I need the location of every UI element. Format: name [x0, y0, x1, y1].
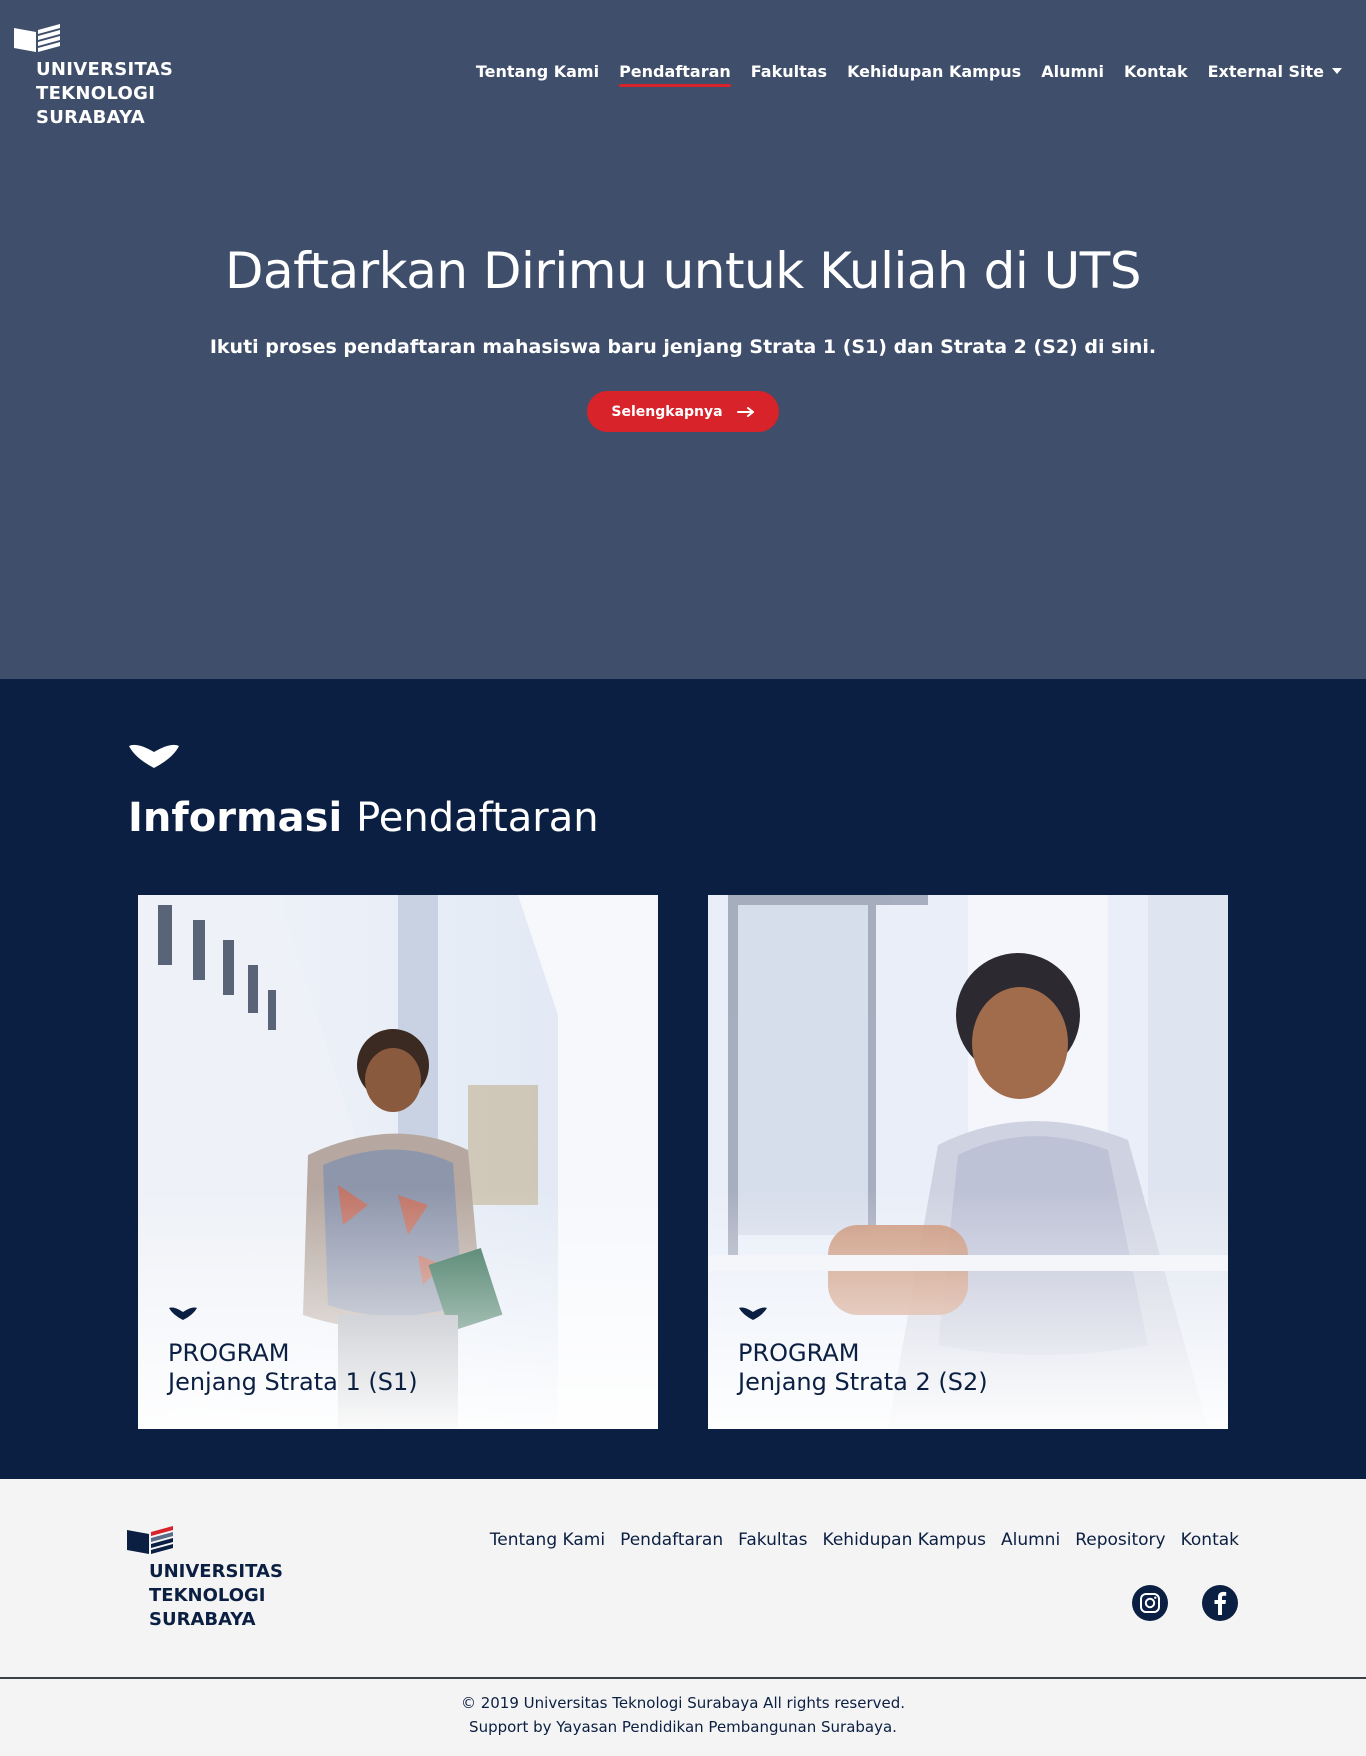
book-logo-icon: [127, 1526, 173, 1554]
hero-title: Daftarkan Dirimu untuk Kuliah di UTS: [224, 242, 1142, 300]
card-label-top: PROGRAM: [168, 1339, 290, 1367]
chevron-down-icon: [739, 1307, 767, 1320]
logo-line: UNIVERSITAS: [149, 1561, 283, 1582]
footer-link-kontak[interactable]: Kontak: [1181, 1530, 1239, 1550]
nav-item-tentang-kami[interactable]: Tentang Kami: [476, 62, 599, 87]
university-logo[interactable]: UNIVERSITAS TEKNOLOGI SURABAYA: [14, 24, 173, 128]
footer-divider: [0, 1677, 1366, 1679]
nav-item-fakultas[interactable]: Fakultas: [751, 62, 827, 87]
support-text: Support by Yayasan Pendidikan Pembanguna…: [469, 1718, 897, 1736]
card-label: PROGRAM Jenjang Strata 2 (S2): [738, 1339, 988, 1397]
selengkapnya-button[interactable]: Selengkapnya: [587, 391, 779, 432]
logo-line: SURABAYA: [149, 1609, 256, 1630]
footer-logo-text: UNIVERSITAS TEKNOLOGI SURABAYA: [149, 1560, 283, 1632]
info-title: Informasi Pendaftaran: [128, 795, 599, 841]
info-title-bold: Informasi: [128, 795, 343, 841]
nav-item-kehidupan-kampus[interactable]: Kehidupan Kampus: [847, 62, 1021, 87]
footer-logo[interactable]: UNIVERSITAS TEKNOLOGI SURABAYA: [127, 1526, 283, 1630]
nav-item-external-site[interactable]: External Site: [1208, 62, 1342, 87]
main-nav: Tentang Kami Pendaftaran Fakultas Kehidu…: [476, 62, 1342, 87]
facebook-link[interactable]: [1202, 1585, 1238, 1621]
nav-item-pendaftaran[interactable]: Pendaftaran: [619, 62, 731, 87]
info-title-light: Pendaftaran: [356, 795, 599, 841]
footer-link-kehidupan-kampus[interactable]: Kehidupan Kampus: [823, 1530, 986, 1550]
card-label: PROGRAM Jenjang Strata 1 (S1): [168, 1339, 418, 1397]
chevron-down-icon: [129, 744, 179, 768]
card-label-bottom: Jenjang Strata 1 (S1): [168, 1368, 418, 1396]
footer-link-tentang-kami[interactable]: Tentang Kami: [490, 1530, 605, 1550]
arrow-right-icon: [736, 406, 754, 417]
card-label-bottom: Jenjang Strata 2 (S2): [738, 1368, 988, 1396]
logo-line: SURABAYA: [36, 107, 145, 128]
logo-text: UNIVERSITAS TEKNOLOGI SURABAYA: [36, 58, 173, 130]
logo-line: UNIVERSITAS: [36, 59, 174, 80]
copyright-text: © 2019 Universitas Teknologi Surabaya Al…: [460, 1694, 906, 1712]
instagram-link[interactable]: [1132, 1585, 1168, 1621]
hero-section: UNIVERSITAS TEKNOLOGI SURABAYA Tentang K…: [0, 0, 1366, 679]
footer-link-fakultas[interactable]: Fakultas: [738, 1530, 807, 1550]
book-logo-icon: [14, 24, 60, 52]
facebook-icon: [1214, 1591, 1227, 1615]
button-label: Selengkapnya: [611, 403, 723, 420]
footer-link-repository[interactable]: Repository: [1075, 1530, 1165, 1550]
nav-item-kontak[interactable]: Kontak: [1124, 62, 1188, 87]
nav-item-alumni[interactable]: Alumni: [1041, 62, 1104, 87]
footer-link-alumni[interactable]: Alumni: [1001, 1530, 1060, 1550]
footer-nav: Tentang Kami Pendaftaran Fakultas Kehidu…: [490, 1530, 1239, 1550]
logo-line: TEKNOLOGI: [149, 1585, 266, 1606]
program-card-s2[interactable]: PROGRAM Jenjang Strata 2 (S2): [708, 895, 1228, 1429]
caret-down-icon: [1332, 67, 1342, 74]
footer-link-pendaftaran[interactable]: Pendaftaran: [620, 1530, 723, 1550]
hero-subtitle: Ikuti proses pendaftaran mahasiswa baru …: [209, 336, 1157, 358]
card-label-top: PROGRAM: [738, 1339, 860, 1367]
program-card-s1[interactable]: PROGRAM Jenjang Strata 1 (S1): [138, 895, 658, 1429]
logo-line: TEKNOLOGI: [36, 83, 156, 104]
nav-item-label: External Site: [1207, 62, 1324, 81]
instagram-icon: [1140, 1593, 1160, 1613]
chevron-down-icon: [169, 1307, 197, 1320]
